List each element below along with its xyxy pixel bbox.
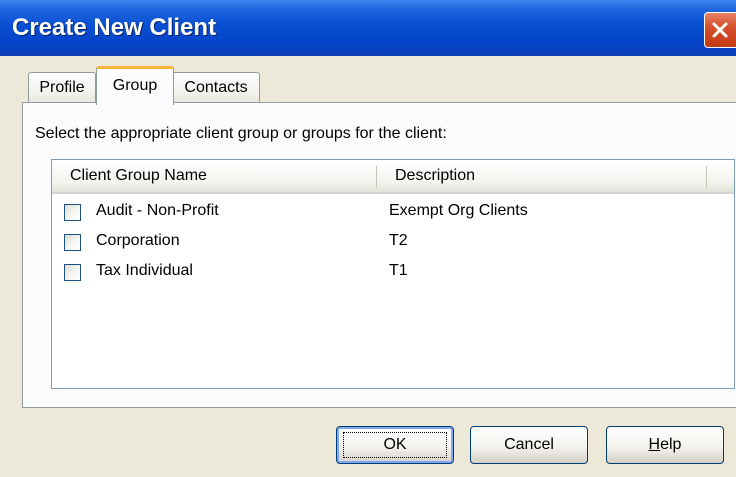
- help-button-mnemonic: H: [648, 436, 661, 453]
- instruction-text: Select the appropriate client group or g…: [35, 125, 447, 142]
- close-icon: [712, 22, 728, 38]
- group-description: Exempt Org Clients: [389, 202, 528, 219]
- column-divider[interactable]: [376, 166, 377, 188]
- help-button[interactable]: Help: [606, 426, 724, 464]
- list-row-corporation[interactable]: Corporation T2: [52, 226, 734, 256]
- focus-rectangle: [343, 432, 447, 458]
- client-group-list[interactable]: Client Group Name Description Audit - No…: [51, 159, 735, 389]
- group-description: T1: [389, 262, 408, 279]
- group-description: T2: [389, 232, 408, 249]
- close-button[interactable]: [704, 12, 736, 48]
- cancel-button[interactable]: Cancel: [470, 426, 588, 464]
- tab-contacts[interactable]: Contacts: [172, 72, 260, 104]
- checkbox-tax-individual[interactable]: [64, 264, 81, 281]
- checkbox-audit-non-profit[interactable]: [64, 204, 81, 221]
- create-new-client-dialog: Create New Client Profile Group Contacts…: [0, 0, 736, 477]
- group-name: Corporation: [96, 232, 180, 249]
- window-title: Create New Client: [12, 14, 217, 41]
- group-tab-panel: Select the appropriate client group or g…: [22, 102, 736, 408]
- column-header-description[interactable]: Description: [395, 160, 475, 192]
- group-name: Tax Individual: [96, 262, 193, 279]
- cancel-button-label: Cancel: [504, 436, 554, 453]
- title-bar[interactable]: Create New Client: [0, 0, 736, 56]
- ok-button[interactable]: OK: [336, 426, 454, 464]
- group-name: Audit - Non-Profit: [96, 202, 219, 219]
- column-divider[interactable]: [706, 166, 707, 188]
- list-row-tax-individual[interactable]: Tax Individual T1: [52, 256, 734, 286]
- tab-group[interactable]: Group: [96, 66, 174, 105]
- list-header: Client Group Name Description: [52, 160, 734, 194]
- column-header-client-group-name[interactable]: Client Group Name: [70, 160, 207, 192]
- tab-profile[interactable]: Profile: [28, 72, 96, 104]
- help-button-label: elp: [660, 436, 682, 453]
- list-row-audit-non-profit[interactable]: Audit - Non-Profit Exempt Org Clients: [52, 196, 734, 226]
- checkbox-corporation[interactable]: [64, 234, 81, 251]
